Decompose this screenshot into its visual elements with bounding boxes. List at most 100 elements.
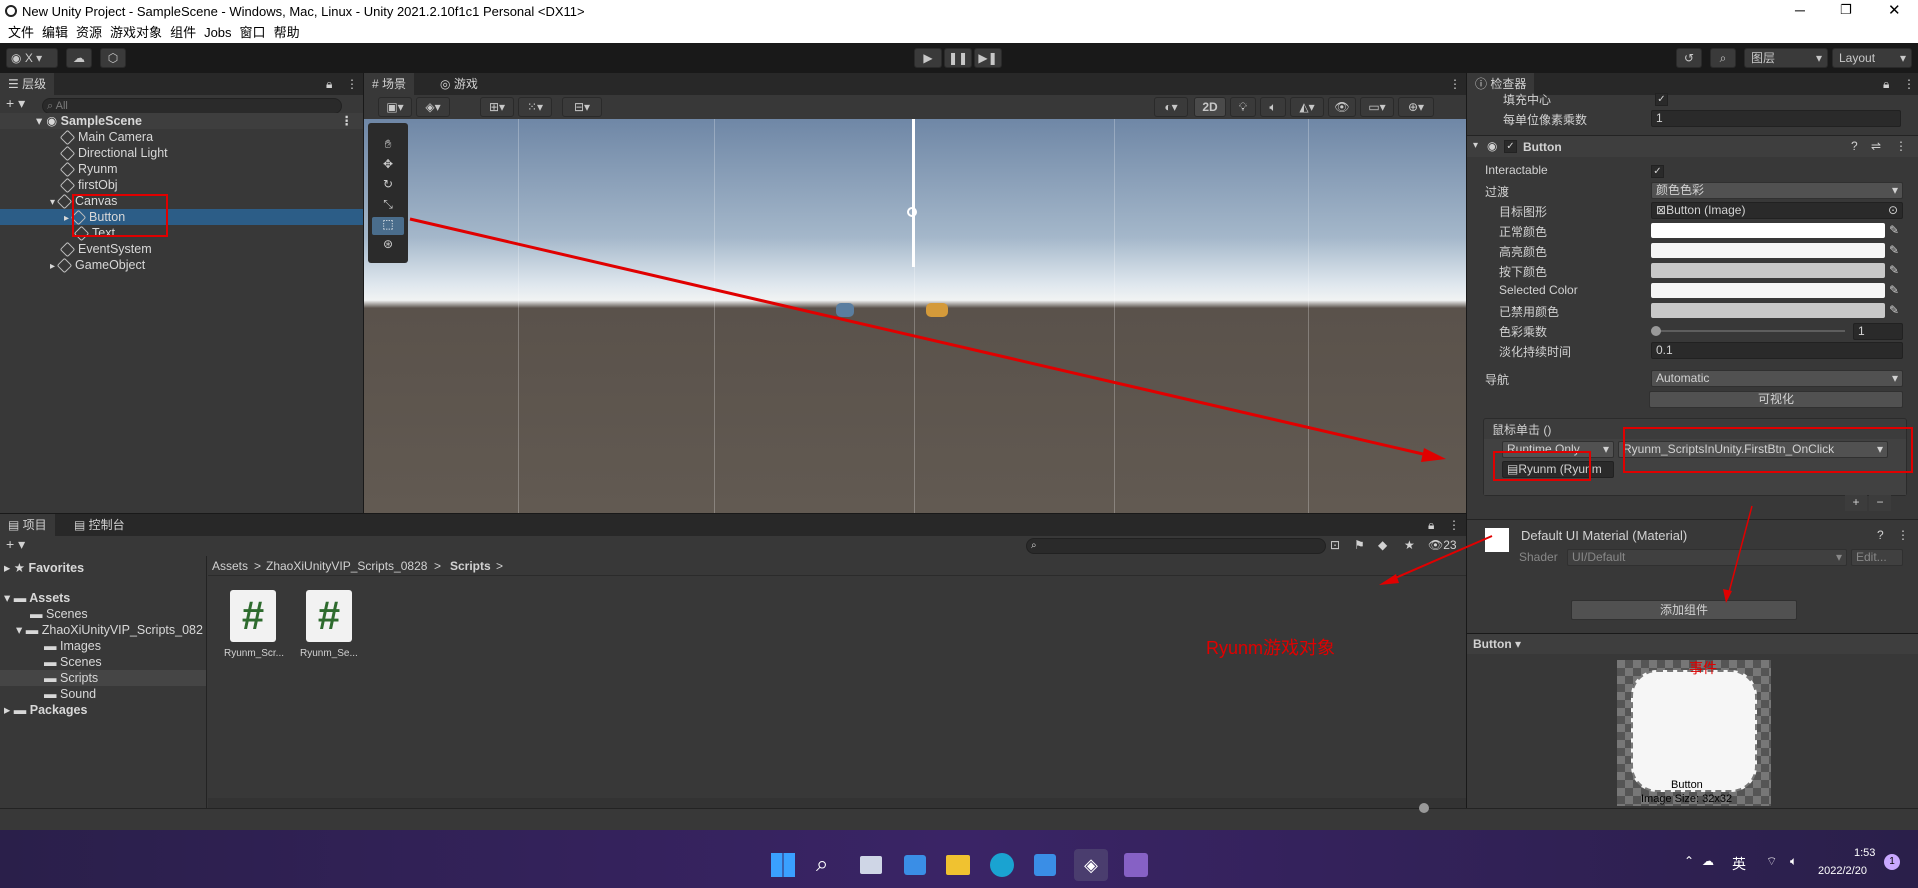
notification-badge[interactable]: 1 bbox=[1884, 854, 1900, 870]
breadcrumb-zhaoxi[interactable]: ZhaoXiUnityVIP_Scripts_0828 bbox=[266, 559, 427, 573]
label-filter-icon[interactable]: ◆ bbox=[1378, 538, 1387, 552]
target-graphic-field[interactable]: ⊠Button (Image) ⊙ bbox=[1651, 202, 1903, 219]
clock-date[interactable]: 2022/2/20 bbox=[1818, 865, 1867, 877]
hierarchy-item-button[interactable]: ▸ Button bbox=[0, 209, 363, 226]
lighting-icon[interactable]: 💡︎ bbox=[1230, 97, 1256, 117]
grid-dropdown[interactable]: ⊞▾ bbox=[480, 97, 514, 117]
add-component-button[interactable]: 添加组件 bbox=[1571, 600, 1797, 620]
more-icon[interactable]: ⋮ bbox=[1895, 139, 1907, 153]
navigation-dropdown[interactable]: Automatic ▾ bbox=[1651, 370, 1903, 387]
file-explorer-icon[interactable] bbox=[946, 855, 970, 875]
tree-item-favorites[interactable]: ▸ ★ Favorites bbox=[4, 560, 84, 576]
project-search-input[interactable]: ⌕ bbox=[1026, 538, 1326, 554]
play-button[interactable]: ▶ bbox=[914, 48, 942, 68]
pixels-per-unit-field[interactable]: 1 bbox=[1651, 110, 1901, 127]
minimize-icon[interactable]: ─ bbox=[1795, 2, 1805, 18]
rotate-tool-icon[interactable]: ↻ bbox=[372, 177, 404, 195]
cloud-button[interactable]: ☁ bbox=[66, 48, 92, 68]
ime-indicator[interactable]: 英 bbox=[1732, 854, 1746, 874]
more-icon[interactable]: ⋮ bbox=[1448, 514, 1460, 536]
more-icon[interactable]: ⋮ bbox=[346, 73, 358, 95]
tray-chevron-icon[interactable]: ⌃ bbox=[1684, 854, 1694, 868]
remove-listener-button[interactable]: − bbox=[1869, 495, 1891, 511]
wifi-icon[interactable]: ⌔ bbox=[1766, 854, 1777, 869]
more-icon[interactable]: ⋮ bbox=[1897, 528, 1909, 542]
tree-item-packages[interactable]: ▸ ▬ Packages bbox=[4, 702, 87, 718]
tree-item-scenes[interactable]: ▬ Scenes bbox=[30, 606, 88, 622]
layout-dropdown[interactable]: Layout ▾ bbox=[1832, 48, 1912, 68]
visibility-icon[interactable]: 👁︎ bbox=[1328, 97, 1356, 117]
eyedropper-icon[interactable]: ✎ bbox=[1889, 243, 1899, 257]
tree-item-assets[interactable]: ▾ ▬ Assets bbox=[4, 590, 70, 606]
layers-dropdown[interactable]: 图层 ▾ bbox=[1744, 48, 1828, 68]
hierarchy-item-ryunm[interactable]: Ryunm bbox=[59, 161, 118, 178]
breadcrumb-scripts[interactable]: Scripts bbox=[450, 559, 491, 573]
shading-dropdown[interactable]: ◈▾ bbox=[416, 97, 450, 117]
effects-dropdown[interactable]: ◭▾ bbox=[1290, 97, 1324, 117]
hierarchy-item-firstobj[interactable]: firstObj bbox=[59, 177, 118, 194]
hierarchy-item-gameobject[interactable]: ▸ GameObject bbox=[50, 257, 145, 274]
menu-component[interactable]: 组件 bbox=[170, 22, 196, 43]
clock-time[interactable]: 1:53 bbox=[1854, 847, 1875, 859]
tree-item-images[interactable]: ▬ Images bbox=[44, 638, 101, 654]
scene-viewport[interactable]: ✋︎ ✥ ↻ ⤡ ⬚ ⊛ bbox=[364, 119, 1466, 513]
shader-dropdown[interactable]: UI/Default ▾ bbox=[1567, 549, 1847, 566]
help-icon[interactable]: ? bbox=[1851, 139, 1858, 153]
favorite-icon[interactable]: ★ bbox=[1404, 538, 1415, 552]
history-button[interactable]: ↺ bbox=[1676, 48, 1702, 68]
tab-game[interactable]: ◎ 游戏 bbox=[432, 73, 486, 95]
eyedropper-icon[interactable]: ✎ bbox=[1889, 223, 1899, 237]
type-filter-icon[interactable]: ⚑ bbox=[1354, 538, 1365, 552]
fade-duration-field[interactable]: 0.1 bbox=[1651, 342, 1903, 359]
tree-item-sound[interactable]: ▬ Sound bbox=[44, 686, 96, 702]
add-button[interactable]: + ▾ bbox=[6, 95, 25, 112]
visualize-button[interactable]: 可视化 bbox=[1649, 391, 1903, 408]
tab-console[interactable]: ▤ 控制台 bbox=[66, 514, 133, 536]
more-icon[interactable]: ⋮ bbox=[1449, 73, 1461, 95]
add-button[interactable]: + ▾ bbox=[6, 536, 25, 553]
network-icon[interactable]: ☁ bbox=[1702, 854, 1714, 868]
edge-icon[interactable] bbox=[990, 853, 1014, 877]
hierarchy-item-directional-light[interactable]: Directional Light bbox=[59, 145, 168, 162]
preset-icon[interactable]: ⇌ bbox=[1871, 139, 1881, 153]
tree-item-zhaoxi[interactable]: ▾ ▬ ZhaoXiUnityVIP_Scripts_082 bbox=[16, 622, 203, 638]
asset-item[interactable]: # Ryunm_Se... bbox=[300, 590, 362, 666]
tree-item-scenes-sub[interactable]: ▬ Scenes bbox=[44, 654, 102, 670]
eyedropper-icon[interactable]: ✎ bbox=[1889, 283, 1899, 297]
hierarchy-search-input[interactable]: ⌕ All bbox=[42, 98, 342, 114]
pressed-color-swatch[interactable] bbox=[1651, 263, 1885, 278]
asset-item[interactable]: # Ryunm_Scr... bbox=[224, 590, 286, 666]
more-icon[interactable]: ⋮ bbox=[1903, 73, 1915, 95]
tab-project[interactable]: ▤ 项目 bbox=[0, 514, 55, 536]
audio-icon[interactable]: 🔈︎ bbox=[1260, 97, 1286, 117]
menu-jobs[interactable]: Jobs bbox=[204, 22, 231, 43]
color-multiplier-field[interactable]: 1 bbox=[1853, 323, 1903, 340]
snap-dropdown[interactable]: ⁙▾ bbox=[518, 97, 552, 117]
zoom-slider-handle[interactable] bbox=[1419, 803, 1429, 813]
preview-title[interactable]: Button ▾ bbox=[1473, 637, 1521, 651]
button-component-header[interactable]: ▾ ◉ ✓ Button ? ⇌ ⋮ bbox=[1467, 135, 1918, 157]
search-button[interactable]: ⌕ bbox=[1710, 48, 1736, 68]
task-view-icon[interactable] bbox=[860, 856, 882, 874]
transform-tool-icon[interactable]: ⊛ bbox=[372, 237, 404, 255]
lock-icon[interactable]: 🔒︎ bbox=[1883, 73, 1889, 95]
scale-tool-icon[interactable]: ⤡ bbox=[372, 197, 404, 215]
unity-taskbar-icon[interactable]: ◈ bbox=[1074, 849, 1108, 881]
widgets-icon[interactable] bbox=[904, 855, 926, 875]
increment-dropdown[interactable]: ⊟▾ bbox=[562, 97, 602, 117]
slider-handle[interactable] bbox=[1651, 326, 1661, 336]
volume-icon[interactable]: 🔈︎ bbox=[1790, 854, 1797, 869]
menu-file[interactable]: 文件 bbox=[8, 22, 34, 43]
interactable-checkbox[interactable]: ✓ bbox=[1651, 165, 1664, 178]
transition-dropdown[interactable]: 颜色色彩 ▾ bbox=[1651, 182, 1903, 199]
eyedropper-icon[interactable]: ✎ bbox=[1889, 303, 1899, 317]
shader-edit-button[interactable]: Edit... bbox=[1851, 549, 1903, 566]
camera-dropdown[interactable]: ▭▾ bbox=[1360, 97, 1394, 117]
hand-tool-icon[interactable]: ✋︎ bbox=[372, 137, 404, 155]
menu-gameobject[interactable]: 游戏对象 bbox=[110, 22, 162, 43]
color-multiplier-slider[interactable] bbox=[1651, 326, 1845, 336]
hierarchy-item-main-camera[interactable]: Main Camera bbox=[59, 129, 153, 146]
tab-scene[interactable]: # 场景 bbox=[364, 73, 415, 95]
step-button[interactable]: ▶❚ bbox=[974, 48, 1002, 68]
search-icon[interactable]: ⌕ bbox=[816, 851, 828, 877]
